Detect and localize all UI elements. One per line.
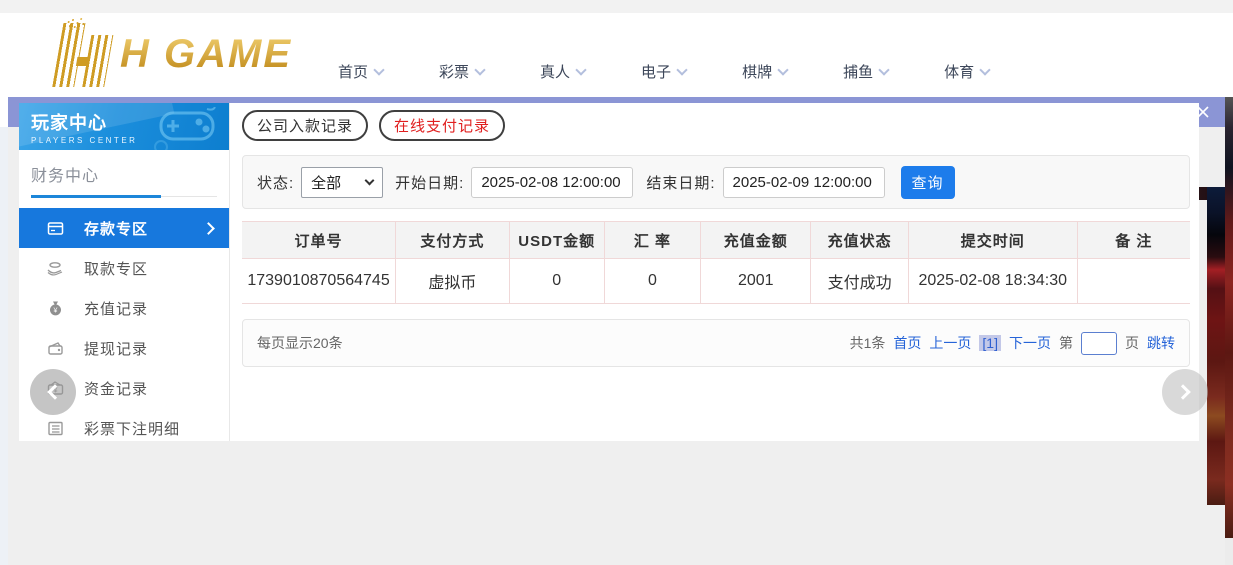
chevron-down-icon — [575, 64, 586, 75]
current-page-indicator: [1] — [979, 335, 1001, 351]
total-count-text: 共1条 — [850, 333, 886, 353]
nav-item-lottery[interactable]: 彩票 — [439, 61, 484, 82]
tab-online-payment-records[interactable]: 在线支付记录 — [379, 110, 505, 141]
cell-rate: 0 — [604, 259, 701, 304]
chevron-down-icon — [878, 64, 889, 75]
list-icon — [46, 419, 64, 437]
first-page-link[interactable]: 首页 — [893, 333, 921, 353]
site-header: H GAME 首页 彩票 真人 电子 棋牌 — [0, 13, 1233, 97]
deposit-card-icon — [46, 219, 64, 237]
status-label: 状态: — [257, 172, 294, 193]
right-edge-strip — [1225, 97, 1233, 538]
sidebar-header: 玩家中心 PLAYERS CENTER — [19, 103, 229, 150]
carousel-next-button[interactable] — [1162, 369, 1208, 415]
main-content: 公司入款记录 在线支付记录 状态: 全部 开始日期: 结束日期: 查询 — [230, 103, 1199, 441]
sidebar-item-withdraw-records[interactable]: 提现记录 — [19, 328, 229, 368]
sidebar-subtitle: PLAYERS CENTER — [31, 136, 229, 145]
table-row: 1739010870564745 虚拟币 0 0 2001 支付成功 2025-… — [242, 259, 1190, 304]
col-recharge-amount: 充值金额 — [701, 222, 811, 259]
col-rate: 汇 率 — [604, 222, 701, 259]
chevron-right-icon — [1175, 384, 1191, 400]
nav-item-home[interactable]: 首页 — [338, 61, 383, 82]
nav-item-board[interactable]: 棋牌 — [742, 61, 787, 82]
page: H GAME 首页 彩票 真人 电子 棋牌 — [0, 0, 1233, 565]
sidebar-item-recharge-records[interactable]: ¥ 充值记录 — [19, 288, 229, 328]
prev-page-link[interactable]: 上一页 — [929, 333, 971, 353]
col-pay-method: 支付方式 — [396, 222, 510, 259]
nav-item-sports[interactable]: 体育 — [944, 61, 989, 82]
chevron-left-icon — [47, 384, 63, 400]
withdraw-hand-icon — [46, 259, 64, 277]
col-submit-time: 提交时间 — [908, 222, 1077, 259]
nav-item-live[interactable]: 真人 — [540, 61, 585, 82]
right-edge-strip-bottom — [1225, 538, 1233, 565]
table-header-row: 订单号 支付方式 USDT金额 汇 率 充值金额 充值状态 提交时间 备 注 — [242, 222, 1190, 259]
chevron-down-icon — [474, 64, 485, 75]
moneybag-icon: ¥ — [46, 299, 64, 317]
select-chevron-icon — [365, 176, 375, 186]
main-nav: 首页 彩票 真人 电子 棋牌 捕鱼 — [338, 61, 989, 82]
cell-recharge-status: 支付成功 — [811, 259, 909, 304]
sidebar-section: 财务中心 — [31, 162, 217, 197]
svg-text:¥: ¥ — [53, 307, 57, 314]
cell-submit-time: 2025-02-08 18:34:30 — [908, 259, 1077, 304]
cell-usdt-amount: 0 — [509, 259, 604, 304]
per-page-text: 每页显示20条 — [257, 333, 343, 353]
chevron-down-icon — [373, 64, 384, 75]
sidebar-item-deposit-zone[interactable]: 存款专区 — [19, 208, 229, 248]
chevron-down-icon — [676, 64, 687, 75]
jump-link[interactable]: 跳转 — [1147, 333, 1175, 353]
col-usdt-amount: USDT金额 — [509, 222, 604, 259]
next-page-link[interactable]: 下一页 — [1009, 333, 1051, 353]
record-tabs: 公司入款记录 在线支付记录 — [242, 110, 1190, 141]
col-order-no: 订单号 — [242, 222, 396, 259]
cell-recharge-amount: 2001 — [701, 259, 811, 304]
brand-logo[interactable]: H GAME — [52, 19, 292, 89]
logo-wordmark: H GAME — [120, 32, 292, 77]
col-remark: 备 注 — [1077, 222, 1190, 259]
nav-item-slots[interactable]: 电子 — [641, 61, 686, 82]
end-date-label: 结束日期: — [646, 172, 715, 193]
start-date-input[interactable] — [471, 167, 633, 198]
tab-company-deposit-records[interactable]: 公司入款记录 — [242, 110, 368, 141]
end-date-input[interactable] — [723, 167, 885, 198]
col-recharge-status: 充值状态 — [811, 222, 909, 259]
left-edge-strip — [0, 127, 8, 565]
sidebar-title: 玩家中心 — [31, 109, 229, 135]
jump-label-post: 页 — [1125, 333, 1139, 353]
nav-item-fishing[interactable]: 捕鱼 — [843, 61, 888, 82]
sidebar-section-label: 财务中心 — [31, 168, 99, 185]
pagination-bar: 每页显示20条 共1条 首页 上一页 [1] 下一页 第 页 跳转 — [242, 319, 1190, 367]
chevron-down-icon — [979, 64, 990, 75]
cell-pay-method: 虚拟币 — [396, 259, 510, 304]
chevron-down-icon — [777, 64, 788, 75]
status-select[interactable]: 全部 — [301, 167, 383, 198]
pagination-controls: 共1条 首页 上一页 [1] 下一页 第 页 跳转 — [850, 332, 1175, 355]
cell-order-no: 1739010870564745 — [242, 259, 396, 304]
cell-remark — [1077, 259, 1190, 304]
start-date-label: 开始日期: — [395, 172, 464, 193]
wallet-icon — [46, 339, 64, 357]
jump-label-pre: 第 — [1059, 333, 1073, 353]
top-strip — [0, 0, 1233, 13]
logo-h-mark-icon — [46, 19, 122, 89]
filter-bar: 状态: 全部 开始日期: 结束日期: 查询 — [242, 155, 1190, 209]
player-center-panel: 玩家中心 PLAYERS CENTER 财务中心 存款专区 取款专区 — [19, 103, 1199, 441]
carousel-prev-button[interactable] — [30, 369, 76, 415]
sidebar-item-withdraw-zone[interactable]: 取款专区 — [19, 248, 229, 288]
background-banner-right — [1207, 187, 1225, 505]
records-table: 订单号 支付方式 USDT金额 汇 率 充值金额 充值状态 提交时间 备 注 1… — [242, 221, 1190, 304]
search-button[interactable]: 查询 — [901, 166, 955, 199]
page-number-input[interactable] — [1081, 332, 1117, 355]
